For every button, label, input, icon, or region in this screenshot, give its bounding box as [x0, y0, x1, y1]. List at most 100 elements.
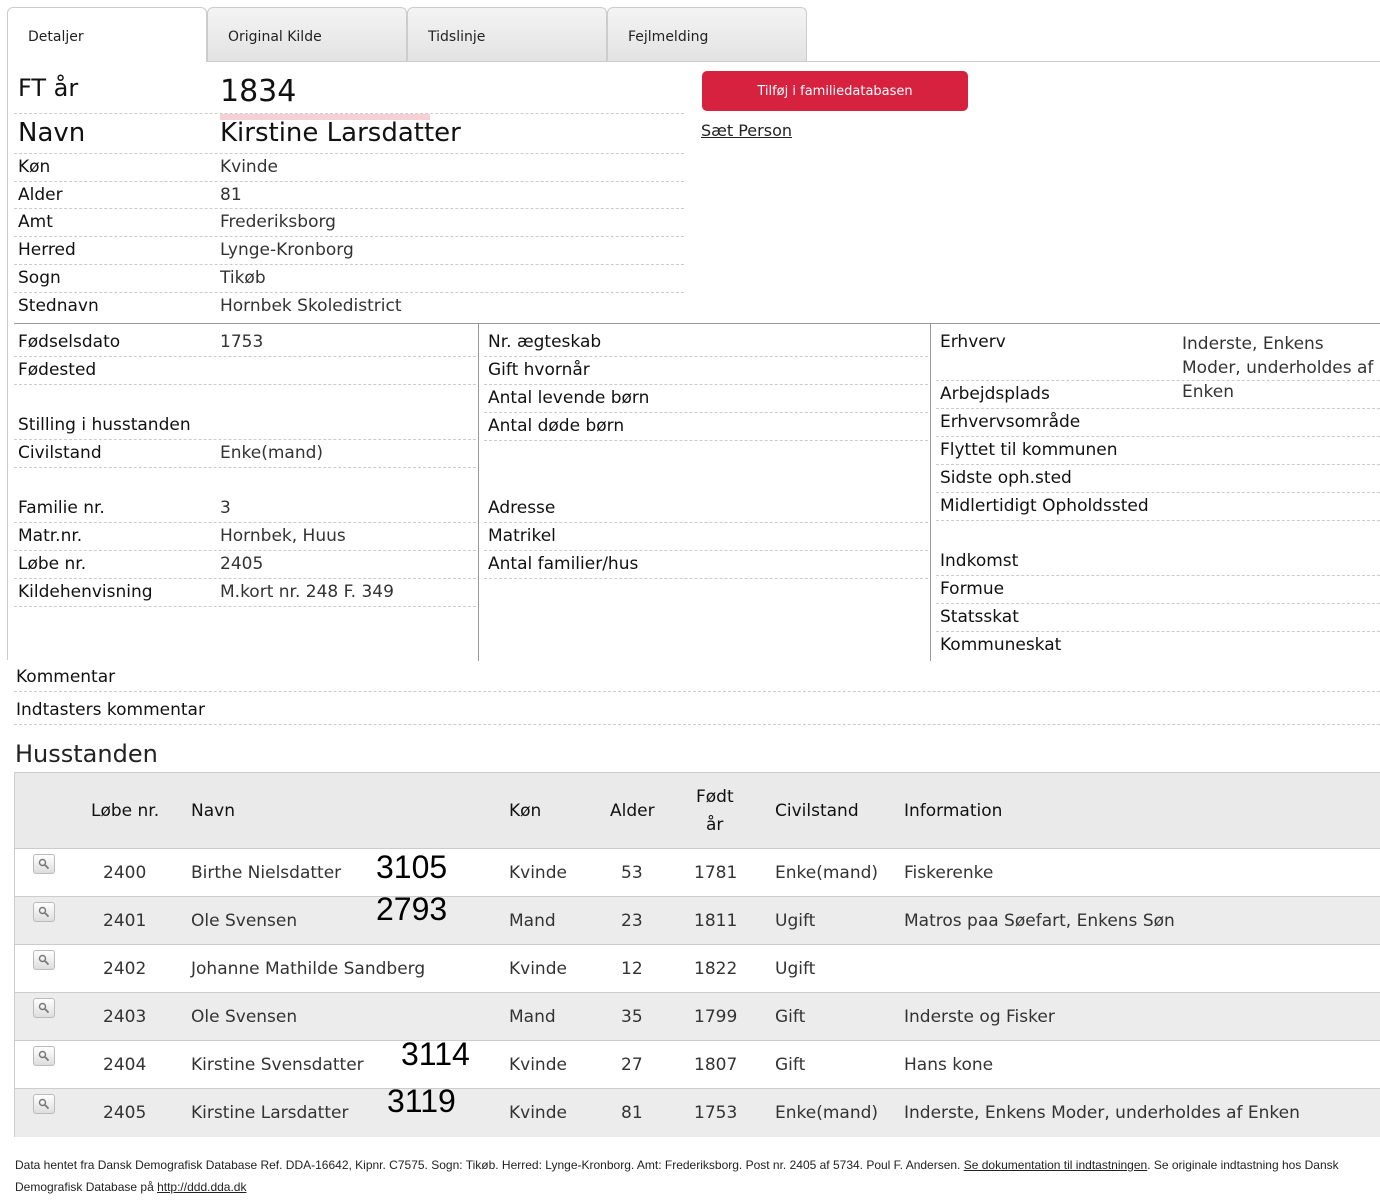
annotation-number: 3105 [376, 849, 448, 885]
view-details-icon[interactable] [33, 950, 55, 970]
column-header-born-line2[interactable]: år [706, 815, 723, 835]
table-header: Løbe nr. Navn Køn Alder Født år Civilsta… [15, 773, 1380, 849]
documentation-link[interactable]: Se dokumentation til indtastningen [964, 1158, 1147, 1172]
divider [484, 440, 928, 441]
divider [14, 153, 684, 154]
state-tax-label: Statsskat [940, 607, 1019, 627]
tab-tidslinje[interactable]: Tidslinje [407, 7, 607, 62]
row-age: 53 [621, 863, 643, 883]
row-born: 1781 [694, 863, 738, 883]
column-header-name[interactable]: Navn [191, 801, 235, 821]
table-row[interactable]: 2405 Kirstine Larsdatter Kvinde 81 1753 … [15, 1089, 1380, 1137]
divider [936, 603, 1380, 604]
content-border [7, 62, 8, 660]
annotation-number: 2793 [376, 891, 448, 927]
detail-label: Alder [18, 185, 63, 205]
serial-number-value: 2405 [220, 554, 264, 574]
divider [14, 724, 1380, 725]
moved-to-municipality-label: Flyttet til kommunen [940, 440, 1118, 460]
row-marital-status: Enke(mand) [775, 863, 879, 883]
row-marital-status: Ugift [775, 911, 816, 931]
divider [936, 492, 1380, 493]
row-age: 81 [621, 1103, 643, 1123]
column-header-born-line1[interactable]: Født [696, 787, 734, 807]
typist-comment-label: Indtasters kommentar [16, 700, 205, 720]
row-name: Ole Svensen [191, 911, 298, 931]
divider [936, 408, 1380, 409]
view-details-icon[interactable] [33, 902, 55, 922]
row-marital-status: Enke(mand) [775, 1103, 879, 1123]
add-to-family-database-button[interactable]: Tilføj i familiedatabasen [702, 71, 968, 111]
divider [484, 522, 928, 523]
ft-year-label: FT år [18, 74, 79, 102]
divider [14, 691, 1380, 692]
column-header-marital-status[interactable]: Civilstand [775, 801, 859, 821]
row-born: 1753 [694, 1103, 738, 1123]
column-header-information[interactable]: Information [904, 801, 1002, 821]
row-name: Kirstine Larsdatter [191, 1103, 349, 1123]
household-table: Løbe nr. Navn Køn Alder Født år Civilsta… [14, 772, 1380, 1137]
source-reference-label: Kildehenvisning [18, 582, 153, 602]
marital-status-value: Enke(mand) [220, 443, 324, 463]
view-details-icon[interactable] [33, 854, 55, 874]
row-born: 1811 [694, 911, 738, 931]
detail-value: 81 [220, 185, 242, 205]
row-marital-status: Ugift [775, 959, 816, 979]
divider [936, 575, 1380, 576]
detail-value: Lynge-Kronborg [220, 240, 354, 260]
table-row[interactable]: 2403 Ole Svensen Mand 35 1799 Gift Inder… [15, 993, 1380, 1041]
detail-value: Hornbek Skoledistrict [220, 296, 402, 316]
annotation-number: 3114 [401, 1036, 470, 1072]
occupation-value: Inderste, Enkens Moder, underholdes af E… [1182, 334, 1374, 402]
household-title: Husstanden [15, 740, 158, 768]
tab-original-kilde[interactable]: Original Kilde [207, 7, 407, 62]
detail-label: Herred [18, 240, 76, 260]
view-details-icon[interactable] [33, 1094, 55, 1114]
row-information: Hans kone [904, 1055, 994, 1075]
tab-detaljer[interactable]: Detaljer [7, 7, 207, 62]
divider [484, 578, 928, 579]
serial-number-label: Løbe nr. [18, 554, 87, 574]
marital-status-label: Civilstand [18, 443, 102, 463]
column-header-age[interactable]: Alder [610, 801, 655, 821]
section-divider [14, 323, 1380, 324]
set-person-link[interactable]: Sæt Person [701, 121, 792, 140]
table-row[interactable]: 2402 Johanne Mathilde Sandberg Kvinde 12… [15, 945, 1380, 993]
table-row[interactable]: 2404 Kirstine Svensdatter Kvinde 27 1807… [15, 1041, 1380, 1089]
row-information: Fiskerenke [904, 863, 994, 883]
divider [14, 356, 476, 357]
detail-label: Sogn [18, 268, 61, 288]
column-divider [930, 324, 931, 661]
column-divider [478, 324, 479, 661]
annotation-number: 3119 [387, 1083, 456, 1119]
divider [14, 208, 684, 209]
footer-text: Data hentet fra Dansk Demografisk Databa… [15, 1158, 964, 1172]
temporary-residence-label: Midlertidigt Opholdssted [940, 496, 1149, 516]
divider [14, 181, 684, 182]
divider [936, 380, 1380, 381]
tab-fejlmelding[interactable]: Fejlmelding [607, 7, 807, 62]
ft-year-value: 1834 [220, 74, 297, 109]
dda-website-link[interactable]: http://ddd.dda.dk [157, 1180, 246, 1194]
matr-value: Hornbek, Huus [220, 526, 346, 546]
name-label: Navn [18, 118, 86, 148]
column-header-sex[interactable]: Køn [509, 801, 541, 821]
view-details-icon[interactable] [33, 998, 55, 1018]
divider [14, 606, 476, 607]
table-row[interactable]: 2401 Ole Svensen Mand 23 1811 Ugift Matr… [15, 897, 1380, 945]
row-serial: 2400 [103, 863, 147, 883]
living-children-label: Antal levende børn [488, 388, 650, 408]
row-age: 35 [621, 1007, 643, 1027]
table-row[interactable]: 2400 Birthe Nielsdatter Kvinde 53 1781 E… [15, 849, 1380, 897]
divider [484, 412, 928, 413]
divider [14, 578, 476, 579]
married-when-label: Gift hvornår [488, 360, 590, 380]
row-age: 27 [621, 1055, 643, 1075]
row-name: Birthe Nielsdatter [191, 863, 342, 883]
divider [14, 236, 684, 237]
view-details-icon[interactable] [33, 1046, 55, 1066]
divider [936, 464, 1380, 465]
row-sex: Mand [509, 1007, 556, 1027]
matr-label: Matr.nr. [18, 526, 83, 546]
column-header-serial[interactable]: Løbe nr. [91, 801, 159, 821]
